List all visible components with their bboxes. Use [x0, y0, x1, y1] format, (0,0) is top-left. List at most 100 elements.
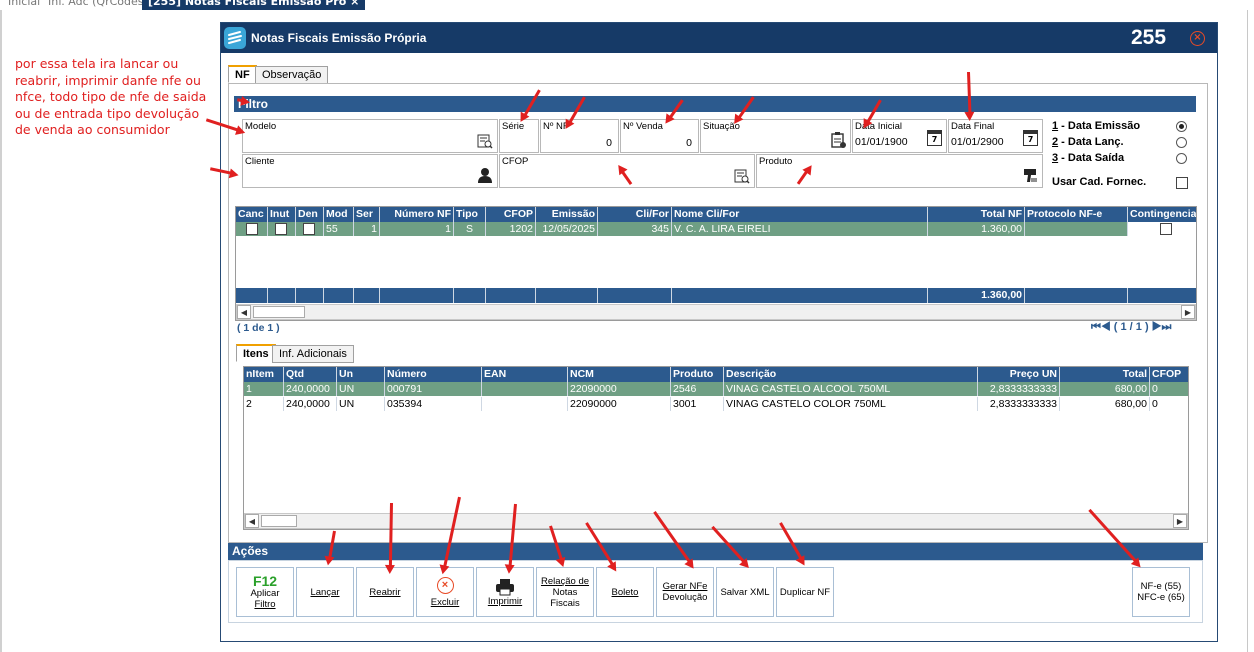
table-row[interactable]: 2 240,0000 UN 035394 22090000 3001 VINAG…	[244, 397, 1188, 411]
scroll-thumb[interactable]	[253, 306, 305, 318]
cliente-field[interactable]: Cliente	[242, 154, 498, 188]
close-icon[interactable]: ×	[1190, 31, 1205, 46]
ser-cell: 1	[354, 222, 380, 236]
col-ean[interactable]: EAN	[482, 367, 568, 382]
col-un[interactable]: Un	[337, 367, 385, 382]
col-contingencia[interactable]: Contingencia	[1128, 207, 1196, 222]
search-list-icon[interactable]	[477, 133, 493, 149]
search-list-icon[interactable]	[734, 168, 750, 184]
record-count: ( 1 de 1 )	[237, 322, 280, 334]
total-cell: 680,00	[1060, 382, 1150, 396]
tab-inf-adc[interactable]: Inf. Adc (QrCodes)	[48, 0, 148, 10]
col-clifor[interactable]: Cli/For	[598, 207, 672, 222]
top-tab-bar: Inicial Inf. Adc (QrCodes) [255] Notas F…	[0, 0, 1254, 10]
person-icon[interactable]	[477, 167, 493, 183]
nf-grid-scrollbar[interactable]: ◀ ▶	[236, 304, 1196, 320]
radio-data-lanc[interactable]	[1176, 137, 1187, 148]
window-number: 255	[1131, 26, 1167, 49]
scroll-thumb[interactable]	[261, 515, 297, 527]
reabrir-button[interactable]: Reabrir	[356, 567, 414, 617]
numero-cell: 035394	[385, 397, 482, 411]
col-inut[interactable]: Inut	[268, 207, 296, 222]
scroll-right-icon[interactable]: ▶	[1181, 305, 1195, 319]
imprimir-label: Imprimir	[487, 595, 523, 607]
tab-nf[interactable]: NF	[228, 65, 257, 83]
duplicar-nf-button[interactable]: Duplicar NF	[776, 567, 834, 617]
left-border	[0, 10, 2, 652]
col-numero[interactable]: Número	[385, 367, 482, 382]
col-nitem[interactable]: nItem	[244, 367, 284, 382]
next-page-icon[interactable]: ▶	[1152, 321, 1162, 333]
data-final-value: 01/01/2900	[951, 136, 1004, 148]
calendar-icon[interactable]: 7	[927, 130, 942, 146]
col-total[interactable]: Total	[1060, 367, 1150, 382]
usar-cad-fornec-checkbox[interactable]	[1176, 177, 1188, 189]
col-mod[interactable]: Mod	[324, 207, 354, 222]
gerar-nfe-devolucao-button[interactable]: Gerar NFe Devolução	[656, 567, 714, 617]
relacao-notas-button[interactable]: Relação de Notas Fiscais	[536, 567, 594, 617]
imprimir-button[interactable]: Imprimir	[476, 567, 534, 617]
col-total-nf[interactable]: Total NF	[928, 207, 1025, 222]
serie-field[interactable]: Série	[499, 119, 539, 153]
table-row[interactable]: 1 240,0000 UN 000791 22090000 2546 VINAG…	[244, 382, 1188, 396]
last-page-icon[interactable]: ⏭	[1162, 321, 1172, 333]
tab-observacao[interactable]: Observação	[255, 66, 329, 84]
col-ncm[interactable]: NCM	[568, 367, 671, 382]
col-qtd[interactable]: Qtd	[284, 367, 337, 382]
col-den[interactable]: Den	[296, 207, 324, 222]
den-checkbox[interactable]	[303, 223, 315, 235]
aplicar-filtro-button[interactable]: F12 Aplicar Filtro	[236, 567, 294, 617]
col-nome-clifor[interactable]: Nome Cli/For	[672, 207, 928, 222]
situacao-field[interactable]: Situação	[700, 119, 851, 153]
scroll-left-icon[interactable]: ◀	[245, 514, 259, 528]
num-nf-field[interactable]: Nº NF 0	[540, 119, 619, 153]
prev-page-icon[interactable]: ◀	[1101, 321, 1111, 333]
col-numero-nf[interactable]: Número NF	[380, 207, 454, 222]
radio-data-saida[interactable]	[1176, 153, 1187, 164]
col-descricao[interactable]: Descrição	[724, 367, 978, 382]
col-protocolo[interactable]: Protocolo NF-e	[1025, 207, 1128, 222]
boleto-button[interactable]: Boleto	[596, 567, 654, 617]
tab-inicial[interactable]: Inicial	[8, 0, 40, 10]
cfop-field[interactable]: CFOP	[499, 154, 755, 188]
lancar-button[interactable]: Lançar	[296, 567, 354, 617]
items-grid-scrollbar[interactable]: ◀ ▶	[244, 513, 1188, 529]
tab-inf-adicionais[interactable]: Inf. Adicionais	[272, 345, 354, 363]
preco-cell: 2,8333333333	[978, 382, 1060, 396]
col-produto[interactable]: Produto	[671, 367, 724, 382]
salvar-xml-button[interactable]: Salvar XML	[716, 567, 774, 617]
radio-data-emissao[interactable]	[1176, 121, 1187, 132]
modelo-field[interactable]: Modelo	[242, 119, 498, 153]
close-icon[interactable]: ×	[350, 0, 359, 8]
radio-label-lanc[interactable]: 2 - Data Lanç.	[1052, 136, 1124, 148]
col-cfop[interactable]: CFOP	[486, 207, 536, 222]
nfe-nfce-button[interactable]: NF-e (55) NFC-e (65)	[1132, 567, 1190, 617]
tab-itens[interactable]: Itens	[236, 344, 276, 362]
clipboard-icon[interactable]	[830, 132, 846, 148]
footer-cell	[454, 288, 486, 303]
data-final-field[interactable]: Data Final 01/01/2900 7	[948, 119, 1043, 153]
modelo-label: Modelo	[245, 121, 277, 132]
canc-checkbox[interactable]	[246, 223, 258, 235]
window-title: Notas Fiscais Emissão Própria	[251, 31, 427, 45]
col-ser[interactable]: Ser	[354, 207, 380, 222]
table-row[interactable]: 55 1 1 S 1202 12/05/2025 345 V. C. A. LI…	[236, 222, 1196, 236]
acoes-header: Ações	[228, 543, 1203, 560]
barcode-scanner-icon[interactable]	[1022, 167, 1038, 183]
contingencia-checkbox[interactable]	[1160, 223, 1172, 235]
col-emissao[interactable]: Emissão	[536, 207, 598, 222]
filtro-header: Filtro	[234, 96, 1196, 112]
col-canc[interactable]: Canc	[236, 207, 268, 222]
inut-checkbox[interactable]	[275, 223, 287, 235]
tab-notas-fiscais[interactable]: [255] Notas Fiscais Emissão Pró ×	[142, 0, 366, 10]
num-venda-field[interactable]: Nº Venda 0	[620, 119, 699, 153]
col-tipo[interactable]: Tipo	[454, 207, 486, 222]
col-preco-un[interactable]: Preço UN	[978, 367, 1060, 382]
scroll-left-icon[interactable]: ◀	[237, 305, 251, 319]
first-page-icon[interactable]: ⏮	[1091, 321, 1101, 333]
col-cfop[interactable]: CFOP	[1150, 367, 1188, 382]
radio-label-emissao[interactable]: 1 - Data Emissão	[1052, 120, 1140, 132]
radio-label-saida[interactable]: 3 - Data Saída	[1052, 152, 1124, 164]
scroll-right-icon[interactable]: ▶	[1173, 514, 1187, 528]
calendar-icon[interactable]: 7	[1023, 130, 1038, 146]
